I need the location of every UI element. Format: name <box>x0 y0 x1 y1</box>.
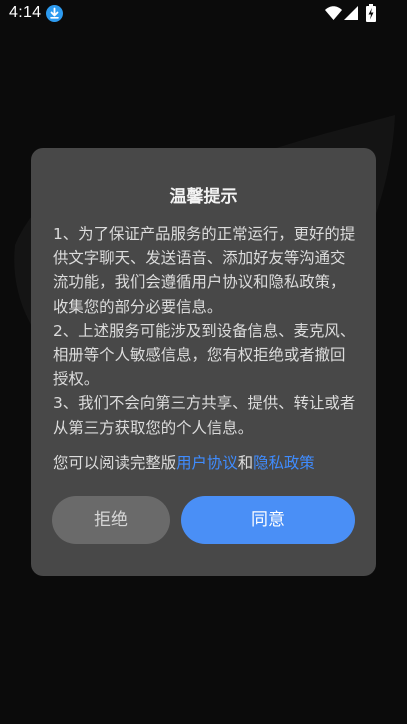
privacy-consent-dialog: 温馨提示 1、为了保证产品服务的正常运行，更好的提供文字聊天、发送语音、添加好友… <box>31 148 376 576</box>
download-notification-icon <box>46 5 63 22</box>
consent-paragraph-3: 3、我们不会向第三方共享、提供、转让或者从第三方获取您的个人信息。 <box>53 394 356 437</box>
status-bar: 4:14 <box>0 0 407 30</box>
privacy-policy-link[interactable]: 隐私政策 <box>253 454 315 472</box>
consent-paragraph-2: 2、上述服务可能涉及到设备信息、麦克风、相册等个人敏感信息，您有权拒绝或者撤回授… <box>53 321 356 389</box>
user-agreement-link[interactable]: 用户协议 <box>176 454 238 472</box>
read-agreements-prefix: 您可以阅读完整版 <box>53 454 177 472</box>
consent-paragraph-1: 1、为了保证产品服务的正常运行，更好的提供文字聊天、发送语音、添加好友等沟通交流… <box>53 225 356 316</box>
dialog-title: 温馨提示 <box>169 187 238 207</box>
dialog-body: 1、为了保证产品服务的正常运行，更好的提供文字聊天、发送语音、添加好友等沟通交流… <box>53 222 358 440</box>
read-agreements-line: 您可以阅读完整版用户协议和隐私政策 <box>53 451 358 475</box>
battery-charging-icon <box>366 4 376 22</box>
wifi-icon <box>325 6 342 20</box>
conjunction-text: 和 <box>237 454 254 472</box>
reject-button[interactable]: 拒绝 <box>52 496 170 544</box>
status-time: 4:14 <box>9 4 42 21</box>
agree-button[interactable]: 同意 <box>181 496 355 544</box>
cellular-signal-icon <box>344 6 358 20</box>
